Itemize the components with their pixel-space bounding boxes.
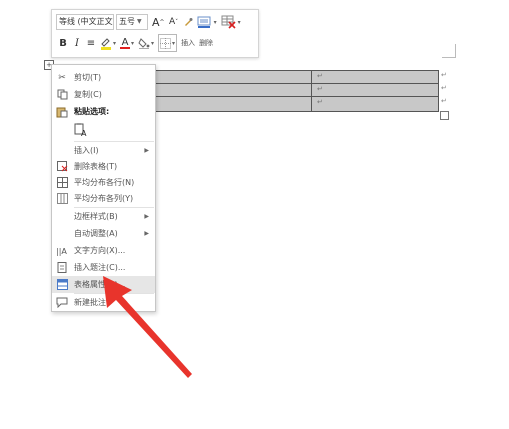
annotation-arrow-shape (103, 276, 192, 378)
annotation-arrow-icon (103, 276, 192, 378)
